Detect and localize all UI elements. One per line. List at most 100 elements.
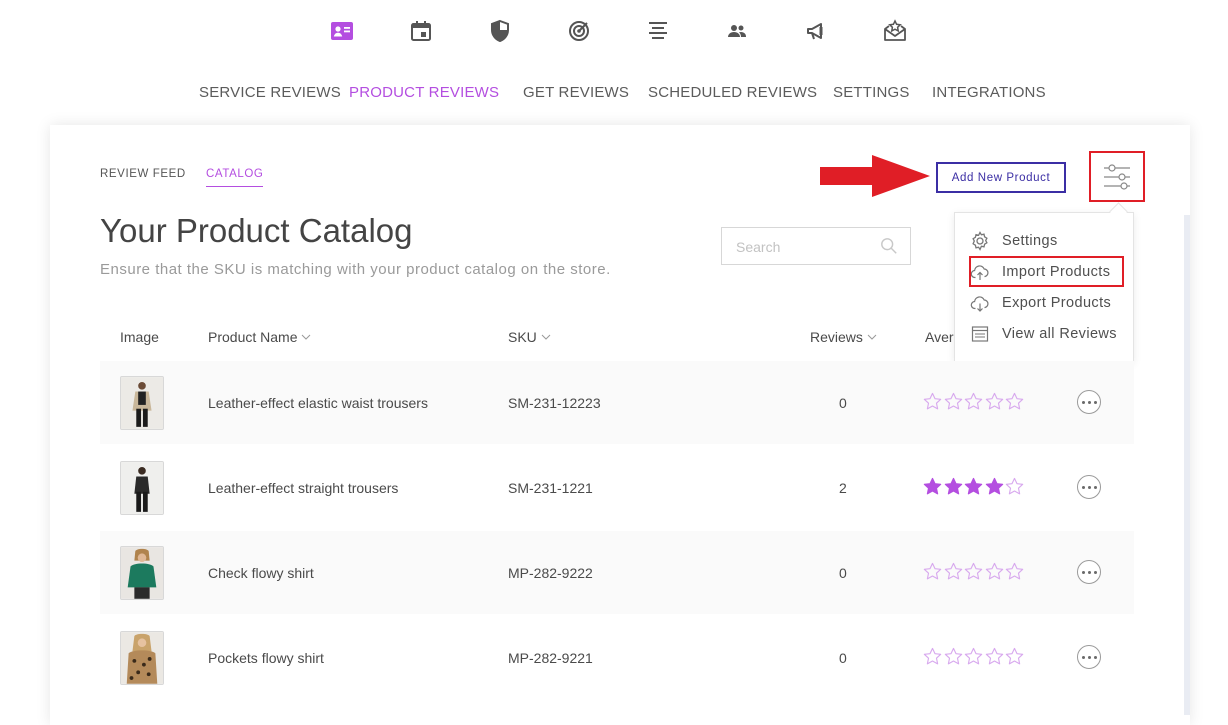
menu-item-view-all-reviews[interactable]: View all Reviews [970, 321, 1117, 347]
page-title: Your Product Catalog [100, 212, 413, 249]
nav-integrations[interactable]: INTEGRATIONS [932, 84, 1046, 101]
product-name: Leather-effect elastic waist trousers [208, 394, 428, 411]
search-input[interactable] [722, 228, 888, 266]
star-empty-icon [1005, 562, 1024, 580]
rating-stars [923, 392, 1026, 412]
column-header-image-label: Image [120, 329, 159, 345]
chevron-down-icon [867, 334, 877, 340]
star-empty-icon [985, 392, 1003, 410]
review-count: 0 [839, 649, 847, 666]
options-dropdown: Settings Import Products Export Products… [954, 212, 1134, 362]
star-empty-icon [1005, 647, 1024, 665]
menu-item-settings[interactable]: Settings [970, 228, 1058, 254]
column-header-sku[interactable]: SKU [508, 329, 551, 345]
red-arrow-icon [820, 155, 930, 197]
nav-service-reviews[interactable]: SERVICE REVIEWS [199, 84, 341, 101]
envelope-star-icon[interactable] [878, 14, 912, 48]
column-header-average[interactable]: Aver [925, 329, 954, 345]
tab-catalog[interactable]: CATALOG [206, 168, 264, 187]
star-empty-icon [923, 392, 942, 410]
product-name: Check flowy shirt [208, 564, 314, 581]
product-sku: SM-231-12223 [508, 394, 601, 411]
megaphone-icon[interactable] [799, 14, 833, 48]
product-thumbnail [120, 376, 164, 430]
target-icon[interactable] [562, 14, 596, 48]
table-row[interactable]: Check flowy shirt MP-282-9222 0 [100, 531, 1134, 614]
cloud-upload-icon [970, 265, 989, 280]
table-row[interactable]: Pockets flowy shirt MP-282-9221 0 [100, 616, 1134, 699]
column-header-average-label: Aver [925, 329, 954, 345]
star-filled-icon [964, 477, 983, 495]
product-thumbnail [120, 461, 164, 515]
nav-settings[interactable]: SETTINGS [833, 84, 910, 101]
add-new-product-button[interactable]: Add New Product [936, 162, 1066, 193]
star-filled-icon [985, 477, 1003, 495]
top-icon-bar [0, 14, 1228, 48]
column-header-reviews[interactable]: Reviews [810, 329, 877, 345]
star-filled-icon [944, 477, 962, 495]
row-actions-button[interactable] [1077, 645, 1101, 669]
product-sku: SM-231-1221 [508, 479, 593, 496]
main-nav: SERVICE REVIEWS PRODUCT REVIEWS GET REVI… [0, 84, 1228, 106]
product-name: Leather-effect straight trousers [208, 479, 399, 496]
review-count: 0 [839, 394, 847, 411]
scrollbar[interactable] [1184, 215, 1190, 715]
rating-stars [923, 477, 1026, 497]
product-thumbnail [120, 546, 164, 600]
table-row[interactable]: Leather-effect elastic waist trousers SM… [100, 361, 1134, 444]
chevron-down-icon [302, 334, 311, 340]
star-empty-icon [944, 647, 962, 665]
align-center-icon[interactable] [641, 14, 675, 48]
menu-item-import-products[interactable]: Import Products [970, 259, 1110, 285]
star-empty-icon [1005, 477, 1024, 495]
star-empty-icon [944, 392, 962, 410]
search-box [721, 227, 911, 266]
sliders-icon [1104, 163, 1130, 190]
table-row[interactable]: Leather-effect straight trousers SM-231-… [100, 446, 1134, 529]
product-sku: MP-282-9222 [508, 564, 593, 581]
contact-card-icon[interactable] [325, 14, 359, 48]
menu-item-export-products[interactable]: Export Products [970, 290, 1111, 316]
star-empty-icon [964, 647, 983, 665]
column-header-product-name[interactable]: Product Name [208, 329, 311, 345]
star-empty-icon [985, 562, 1003, 580]
star-empty-icon [964, 562, 983, 580]
tab-review-feed[interactable]: REVIEW FEED [100, 168, 186, 180]
star-empty-icon [944, 562, 962, 580]
nav-scheduled-reviews[interactable]: SCHEDULED REVIEWS [648, 84, 817, 101]
people-icon[interactable] [720, 14, 754, 48]
star-empty-icon [985, 647, 1003, 665]
menu-label-settings: Settings [1002, 233, 1058, 249]
menu-label-view-all-reviews: View all Reviews [1002, 326, 1117, 342]
search-icon[interactable] [880, 237, 898, 255]
star-empty-icon [923, 647, 942, 665]
chevron-down-icon [541, 334, 551, 340]
row-actions-button[interactable] [1077, 390, 1101, 414]
rating-stars [923, 562, 1026, 582]
page-subtitle: Ensure that the SKU is matching with you… [100, 261, 611, 278]
rating-stars [923, 647, 1026, 667]
row-actions-button[interactable] [1077, 560, 1101, 584]
filter-settings-button[interactable] [1089, 151, 1145, 202]
star-empty-icon [923, 562, 942, 580]
column-header-reviews-label: Reviews [810, 329, 863, 345]
review-count: 2 [839, 479, 847, 496]
shield-icon[interactable] [483, 14, 517, 48]
menu-label-import-products: Import Products [1002, 264, 1111, 280]
product-sku: MP-282-9221 [508, 649, 593, 666]
column-header-product-name-label: Product Name [208, 329, 298, 345]
row-actions-button[interactable] [1077, 475, 1101, 499]
cloud-download-icon [970, 296, 989, 312]
nav-product-reviews[interactable]: PRODUCT REVIEWS [349, 84, 499, 101]
column-header-image: Image [120, 329, 159, 345]
column-header-sku-label: SKU [508, 329, 537, 345]
gear-icon [972, 231, 988, 251]
list-window-icon [971, 326, 989, 342]
product-thumbnail [120, 631, 164, 685]
calendar-icon[interactable] [404, 14, 438, 48]
review-count: 0 [839, 564, 847, 581]
star-empty-icon [964, 392, 983, 410]
star-empty-icon [1005, 392, 1024, 410]
star-filled-icon [923, 477, 942, 495]
nav-get-reviews[interactable]: GET REVIEWS [523, 84, 629, 101]
